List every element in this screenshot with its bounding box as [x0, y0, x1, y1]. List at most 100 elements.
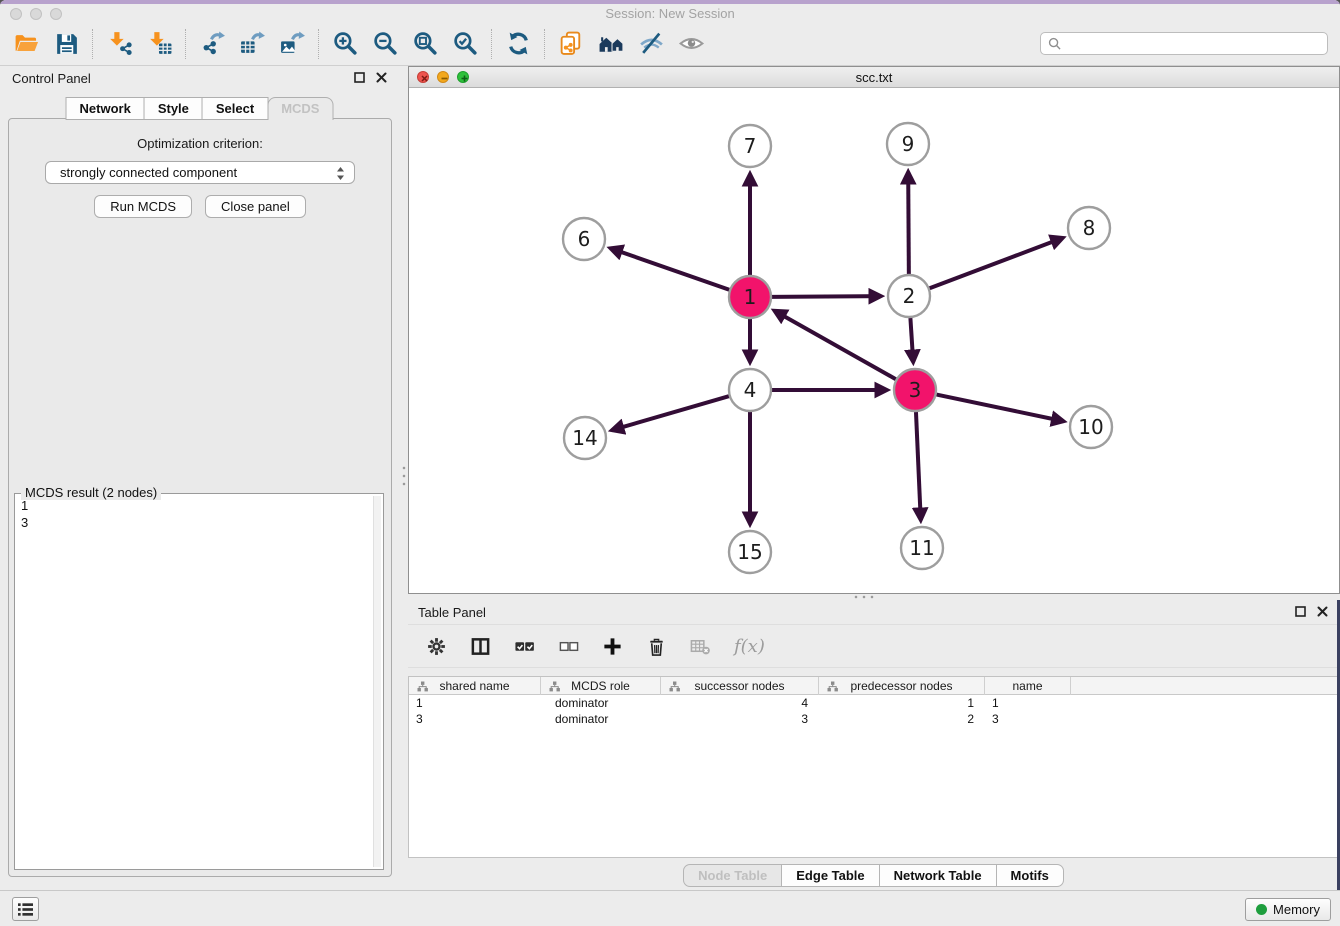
float-panel-icon[interactable]: [354, 72, 365, 83]
open-file-button[interactable]: [6, 26, 46, 62]
memory-label: Memory: [1273, 902, 1320, 917]
graph-node-10[interactable]: 10: [1070, 406, 1112, 448]
graph-node-15[interactable]: 15: [729, 531, 771, 573]
tab-mcds[interactable]: MCDS: [267, 97, 333, 120]
refresh-button[interactable]: [498, 26, 538, 62]
show-graphics-details-button[interactable]: [631, 26, 671, 62]
table-cell[interactable]: dominator: [541, 711, 661, 727]
table-cell[interactable]: 2: [819, 711, 985, 727]
table-cell[interactable]: dominator: [541, 695, 661, 711]
graph-node-14[interactable]: 14: [564, 417, 606, 459]
graph-node-3[interactable]: 3: [894, 369, 936, 411]
column-header-mcds-role[interactable]: MCDS role: [541, 677, 661, 695]
export-network-button[interactable]: [192, 26, 232, 62]
close-panel-icon[interactable]: [376, 72, 387, 83]
zoom-fit-button[interactable]: [405, 26, 445, 62]
horizontal-splitter-handle[interactable]: [852, 595, 878, 599]
import-network-button[interactable]: [99, 26, 139, 62]
toolbar-separator: [544, 29, 545, 59]
vertical-splitter-handle[interactable]: [402, 464, 406, 490]
save-session-button[interactable]: [46, 26, 86, 62]
tab-style[interactable]: Style: [144, 97, 203, 120]
export-table-button[interactable]: [232, 26, 272, 62]
eye-button-disabled[interactable]: [671, 26, 711, 62]
graph-node-1[interactable]: 1: [729, 276, 771, 318]
delete-column-button[interactable]: [646, 636, 667, 657]
tab-network-table[interactable]: Network Table: [879, 864, 997, 887]
network-window-titlebar[interactable]: scc.txt: [409, 67, 1339, 88]
eye-slash-icon: [638, 30, 665, 57]
window-title: Session: New Session: [0, 6, 1340, 21]
table-settings-button[interactable]: [426, 636, 447, 657]
optimization-criterion-select[interactable]: strongly connected component: [45, 161, 355, 184]
table-cell[interactable]: 3: [661, 711, 819, 727]
network-window-title: scc.txt: [409, 70, 1339, 85]
tab-motifs[interactable]: Motifs: [996, 864, 1064, 887]
window-accent-strip: [0, 0, 1340, 4]
search-input[interactable]: [1066, 36, 1327, 52]
graph-edge-2-9[interactable]: [908, 172, 909, 274]
graph-edge-2-3[interactable]: [910, 318, 913, 362]
column-header-successor-nodes[interactable]: successor nodes: [661, 677, 819, 695]
graph-edge-1-6[interactable]: [610, 248, 729, 290]
table-cell[interactable]: 1: [819, 695, 985, 711]
graph-node-7[interactable]: 7: [729, 125, 771, 167]
graph-node-4[interactable]: 4: [729, 369, 771, 411]
memory-button[interactable]: Memory: [1245, 898, 1331, 921]
column-header-shared-name[interactable]: shared name: [409, 677, 541, 695]
close-panel-button[interactable]: Close panel: [205, 195, 306, 218]
search-box[interactable]: [1040, 32, 1328, 55]
float-panel-icon[interactable]: [1295, 606, 1306, 617]
plus-icon: [602, 636, 623, 657]
select-all-button[interactable]: [514, 636, 535, 657]
import-table-button[interactable]: [139, 26, 179, 62]
column-header-name[interactable]: name: [985, 677, 1071, 695]
delete-table-button-disabled[interactable]: [690, 636, 711, 657]
table-cell[interactable]: 4: [661, 695, 819, 711]
graph-node-9[interactable]: 9: [887, 123, 929, 165]
table-row[interactable]: 1dominator411: [409, 695, 1338, 711]
node-label: 4: [744, 378, 757, 402]
function-builder-label[interactable]: f(x): [734, 636, 765, 657]
deselect-all-button[interactable]: [558, 636, 579, 657]
tab-edge-table[interactable]: Edge Table: [781, 864, 879, 887]
column-view-button[interactable]: [470, 636, 491, 657]
tab-network[interactable]: Network: [66, 97, 145, 120]
zoom-out-button[interactable]: [365, 26, 405, 62]
zoom-in-button[interactable]: [325, 26, 365, 62]
add-column-button[interactable]: [602, 636, 623, 657]
network-canvas[interactable]: 7 9 6 8 1 2 4 3 14 10 15 11: [409, 88, 1337, 593]
table-row[interactable]: 3dominator323: [409, 711, 1338, 727]
graph-edge-3-11[interactable]: [916, 412, 921, 520]
clone-network-button[interactable]: [551, 26, 591, 62]
table-panel-tabs: Node TableEdge TableNetwork TableMotifs: [408, 864, 1340, 887]
node-label: 7: [744, 134, 757, 158]
table-cell[interactable]: 1: [409, 695, 541, 711]
graph-node-11[interactable]: 11: [901, 527, 943, 569]
tab-node-table[interactable]: Node Table: [683, 864, 782, 887]
mcds-result-box: MCDS result (2 nodes) 13: [14, 493, 384, 870]
zoom-selected-button[interactable]: [445, 26, 485, 62]
graph-edge-1-2[interactable]: [772, 296, 881, 297]
close-panel-icon[interactable]: [1317, 606, 1328, 617]
run-mcds-button[interactable]: Run MCDS: [94, 195, 192, 218]
graph-edge-3-1[interactable]: [774, 311, 895, 379]
task-history-button[interactable]: [12, 897, 39, 921]
table-cell[interactable]: 1: [985, 695, 1071, 711]
graph-edge-2-8[interactable]: [930, 238, 1063, 288]
tab-select[interactable]: Select: [202, 97, 268, 120]
graph-node-8[interactable]: 8: [1068, 207, 1110, 249]
home-button[interactable]: [591, 26, 631, 62]
mcds-result-line: 3: [15, 514, 372, 531]
table-cell[interactable]: 3: [985, 711, 1071, 727]
graph-edge-3-10[interactable]: [937, 395, 1064, 422]
graph-node-2[interactable]: 2: [888, 275, 930, 317]
result-scrollbar-track[interactable]: [373, 496, 381, 867]
gear-icon: [426, 636, 447, 657]
export-image-button[interactable]: [272, 26, 312, 62]
graph-edge-4-14[interactable]: [612, 396, 729, 430]
column-header-predecessor-nodes[interactable]: predecessor nodes: [819, 677, 985, 695]
export-table-icon: [239, 30, 266, 57]
graph-node-6[interactable]: 6: [563, 218, 605, 260]
table-cell[interactable]: 3: [409, 711, 541, 727]
